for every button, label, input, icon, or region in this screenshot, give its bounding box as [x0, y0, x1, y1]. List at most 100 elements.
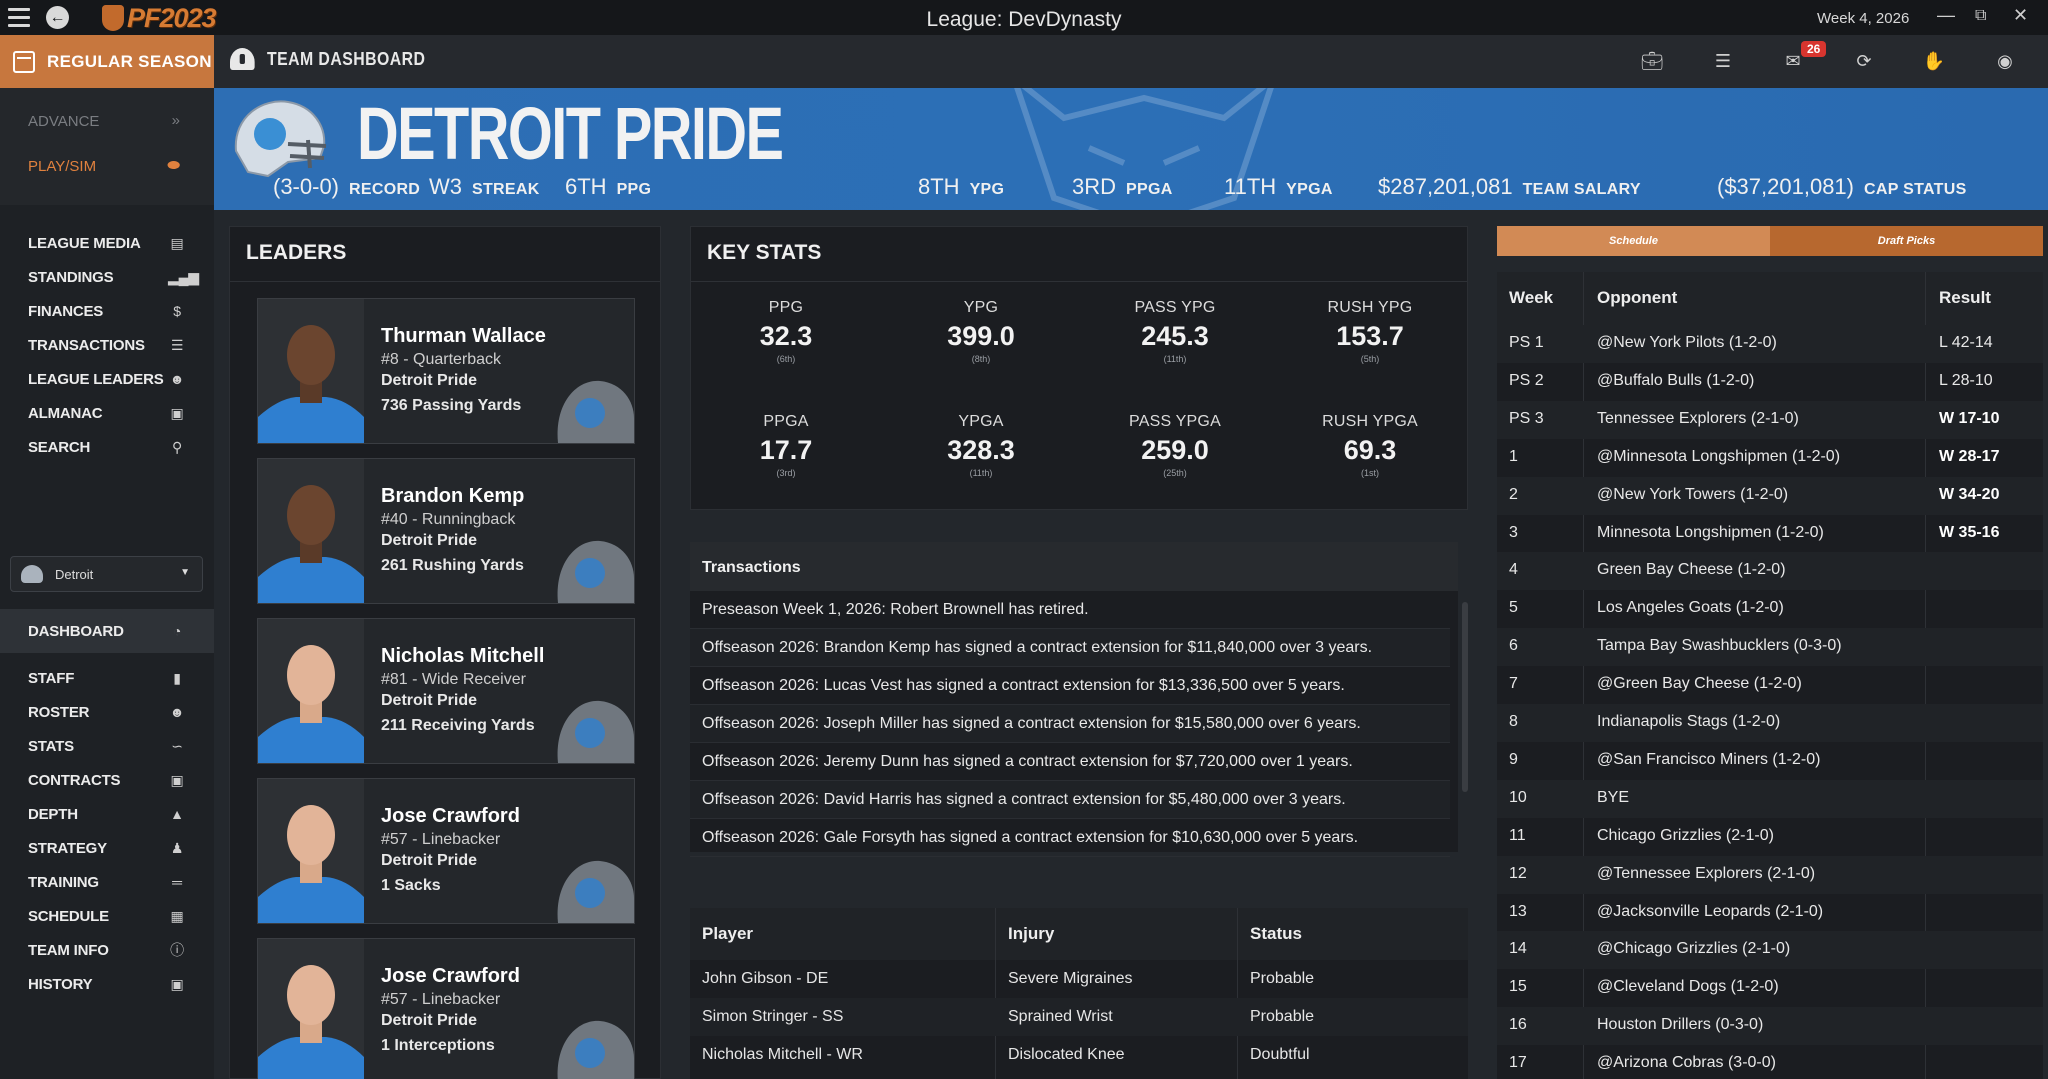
sidebar-item-team-info[interactable]: TEAM INFO ⓘ: [28, 938, 186, 962]
schedule-row[interactable]: 14 @Chicago Grizzlies (2-1-0): [1497, 931, 2043, 970]
speedometer-icon: [230, 48, 255, 70]
ypga-rank-value: 11TH: [1224, 174, 1277, 199]
schedule-week: 15: [1509, 978, 1527, 996]
schedule-row[interactable]: 15 @Cleveland Dogs (1-2-0): [1497, 969, 2043, 1007]
schedule-row[interactable]: 2 @New York Towers (1-2-0) W 34-20: [1497, 476, 2043, 515]
schedule-row[interactable]: 12 @Tennessee Explorers (2-1-0): [1497, 855, 2043, 894]
play-sim-label: PLAY/SIM: [28, 158, 97, 175]
schedule-result: W 34-20: [1939, 485, 2000, 503]
key-stat-value: 259.0: [1141, 435, 1209, 465]
schedule-week: 14: [1509, 940, 1527, 958]
schedule-row[interactable]: 5 Los Angeles Goats (1-2-0): [1497, 590, 2043, 628]
database-icon[interactable]: ☰: [1711, 51, 1735, 72]
schedule-table: Week Opponent Result PS 1 @New York Pilot…: [1497, 272, 2043, 1079]
restore-icon[interactable]: ⧉: [1975, 7, 1986, 25]
schedule-row[interactable]: PS 2 @Buffalo Bulls (1-2-0) L 28-10: [1497, 363, 2043, 401]
schedule-row[interactable]: 11 Chicago Grizzlies (2-1-0): [1497, 818, 2043, 856]
tab-schedule[interactable]: Schedule: [1497, 226, 1770, 256]
sidebar-item-schedule[interactable]: SCHEDULE ▦: [28, 904, 186, 928]
injury-row[interactable]: Simon Stringer - SS Sprained Wrist Probabl…: [690, 998, 1468, 1036]
briefcase-icon[interactable]: 💼︎: [1640, 51, 1664, 72]
schedule-week: 3: [1509, 523, 1518, 541]
play-sim-button[interactable]: PLAY/SIM: [28, 158, 96, 175]
injury-row[interactable]: Nicholas Mitchell - WR Dislocated Knee Dou…: [690, 1036, 1468, 1074]
sidebar-item-league-leaders[interactable]: LEAGUE LEADERS ☻: [28, 367, 186, 391]
sidebar-item-roster[interactable]: ROSTER ☻: [28, 700, 186, 724]
schedule-row[interactable]: 6 Tampa Bay Swashbucklers (0-3-0): [1497, 628, 2043, 667]
leader-team: Detroit Pride: [381, 852, 478, 869]
schedule-row[interactable]: 4 Green Bay Cheese (1-2-0): [1497, 552, 2043, 591]
regular-season-button[interactable]: REGULAR SEASON: [0, 35, 214, 88]
schedule-row[interactable]: 8 Indianapolis Stags (1-2-0): [1497, 704, 2043, 742]
sidebar-item-label: ROSTER: [28, 703, 90, 721]
sidebar-item-almanac[interactable]: ALMANAC ▣: [28, 401, 186, 425]
tab-draft-picks[interactable]: Draft Picks: [1770, 226, 2043, 256]
schedule-row[interactable]: 7 @Green Bay Cheese (1-2-0): [1497, 666, 2043, 704]
schedule-week: 4: [1509, 561, 1518, 579]
calendar-icon: ▦: [170, 907, 184, 924]
key-stat-label: PASS YPGA: [1129, 413, 1221, 430]
sidebar-item-depth[interactable]: DEPTH ▲: [28, 802, 186, 826]
hamburger-menu-icon[interactable]: [6, 5, 32, 29]
users-icon: ☻: [169, 371, 185, 387]
sidebar-item-stats[interactable]: STATS ∽: [28, 734, 186, 758]
sidebar-item-label: DEPTH: [28, 805, 78, 823]
speedometer-icon: ◔: [172, 623, 182, 639]
sidebar-item-search[interactable]: SEARCH ⚲: [28, 435, 186, 459]
archive-icon: ▣: [170, 404, 184, 421]
leader-card[interactable]: Jose Crawford #57 - Linebacker Detroit Pri…: [257, 938, 635, 1079]
minimize-icon[interactable]: —: [1937, 5, 1955, 26]
schedule-row[interactable]: 3 Minnesota Longshipmen (1-2-0) W 35-16: [1497, 515, 2043, 553]
sidebar-item-history[interactable]: HISTORY ▣: [28, 972, 186, 996]
schedule-opponent: Minnesota Longshipmen (1-2-0): [1597, 523, 1824, 541]
key-stat-value: 69.3: [1343, 435, 1397, 465]
schedule-week: 2: [1509, 485, 1518, 503]
schedule-row[interactable]: 17 @Arizona Cobras (3-0-0): [1497, 1045, 2043, 1079]
handshake-icon[interactable]: ✋: [1922, 51, 1946, 72]
sidebar-item-finances[interactable]: FINANCES $: [28, 299, 186, 323]
schedule-row[interactable]: 16 Houston Drillers (0-3-0): [1497, 1007, 2043, 1046]
sidebar-item-dashboard[interactable]: DASHBOARD ◔: [0, 609, 214, 653]
binoculars-icon[interactable]: ◉: [1993, 51, 2017, 72]
schedule-row[interactable]: 9 @San Francisco Miners (1-2-0): [1497, 742, 2043, 780]
leader-card[interactable]: Nicholas Mitchell #81 - Wide Receiver Detr…: [257, 618, 635, 764]
sidebar-item-standings[interactable]: STANDINGS ▂▄▆: [28, 265, 199, 289]
team-selector[interactable]: Detroit ▼: [10, 556, 203, 592]
schedule-row[interactable]: 10 BYE: [1497, 779, 2043, 818]
leader-name: Jose Crawford: [381, 805, 520, 827]
leader-card[interactable]: Jose Crawford #57 - Linebacker Detroit Pri…: [257, 778, 635, 924]
schedule-row[interactable]: PS 1 @New York Pilots (1-2-0) L 42-14: [1497, 325, 2043, 363]
transactions-title: Transactions: [690, 542, 1458, 591]
close-icon[interactable]: ✕: [2013, 5, 2028, 26]
leaders-title: LEADERS: [246, 241, 347, 264]
sidebar-item-label: SCHEDULE: [28, 907, 109, 925]
leader-name: Brandon Kemp: [381, 485, 525, 507]
sidebar-item-label: LEAGUE LEADERS: [28, 370, 164, 388]
key-stat-value: 17.7: [759, 435, 813, 465]
transactions-scrollbar[interactable]: [1462, 602, 1468, 792]
injury-row[interactable]: John Gibson - DE Severe Migraines Probable: [690, 960, 1468, 998]
sidebar-item-staff[interactable]: STAFF ▮: [28, 666, 186, 690]
sidebar-item-transactions[interactable]: TRANSACTIONS ☰: [28, 333, 186, 357]
cap-status-value: ($37,201,081): [1717, 174, 1854, 199]
schedule-row[interactable]: PS 3 Tennessee Explorers (2-1-0) W 17-10: [1497, 400, 2043, 439]
back-arrow-icon[interactable]: ←: [46, 6, 69, 29]
sidebar-item-training[interactable]: TRAINING ═: [28, 870, 186, 894]
schedule-row[interactable]: 13 @Jacksonville Leopards (2-1-0): [1497, 894, 2043, 932]
advance-button[interactable]: ADVANCE: [28, 113, 99, 130]
key-stat-rank: (11th): [969, 468, 993, 478]
refresh-icon[interactable]: ⟳: [1852, 51, 1876, 72]
ypg-rank-label: YPG: [969, 181, 1005, 198]
sidebar-item-league-media[interactable]: LEAGUE MEDIA ▤: [28, 231, 186, 255]
ypg-rank-value: 8TH: [918, 174, 960, 199]
sidebar-item-contracts[interactable]: CONTRACTS ▣: [28, 768, 186, 792]
leader-card[interactable]: Brandon Kemp #40 - Runningback Detroit Pri…: [257, 458, 635, 604]
key-stat-rank: (1st): [1361, 468, 1379, 478]
leader-stat: 1 Interceptions: [381, 1037, 495, 1054]
key-stat-label: YPG: [963, 299, 999, 316]
sidebar-item-strategy[interactable]: STRATEGY ♟: [28, 836, 186, 860]
leader-card[interactable]: Thurman Wallace #8 - Quarterback Detroit P…: [257, 298, 635, 444]
schedule-week: 1: [1509, 447, 1518, 465]
ppga-rank-stat: 3RD PPGA: [1072, 174, 1173, 200]
schedule-row[interactable]: 1 @Minnesota Longshipmen (1-2-0) W 28-17: [1497, 439, 2043, 477]
